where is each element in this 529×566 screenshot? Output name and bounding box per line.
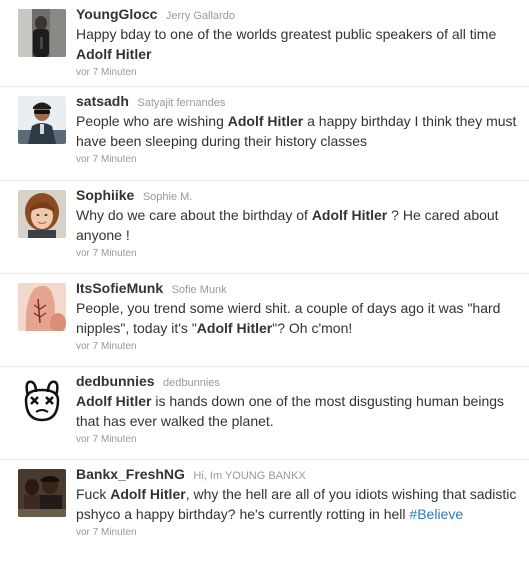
avatar[interactable] xyxy=(18,376,66,424)
tweet-item: Sophiike Sophie M. Why do we care about … xyxy=(0,181,529,274)
timestamp-link[interactable]: vor 7 Minuten xyxy=(76,153,521,167)
avatar[interactable] xyxy=(18,469,66,517)
text-segment: Fuck xyxy=(76,486,111,502)
tweet-text: People who are wishing Adolf Hitler a ha… xyxy=(76,112,521,151)
tweet-content: YoungGlocc Jerry Gallardo Happy bday to … xyxy=(76,5,521,80)
tweet-content: satsadh Satyajit fernandes People who ar… xyxy=(76,92,521,167)
tweet-item: ItsSofieMunk Sofie Munk People, you tren… xyxy=(0,274,529,367)
screen-name[interactable]: YoungGlocc xyxy=(76,6,157,22)
tweet-item: YoungGlocc Jerry Gallardo Happy bday to … xyxy=(0,0,529,87)
tweet-text: Happy bday to one of the worlds greatest… xyxy=(76,25,521,64)
tweet-content: dedbunnies dedbunnies Adolf Hitler is ha… xyxy=(76,372,521,447)
full-name[interactable]: Sofie Munk xyxy=(172,284,227,296)
text-segment: People who are wishing xyxy=(76,113,228,129)
full-name[interactable]: Sophie M. xyxy=(143,191,193,203)
tweet-content: ItsSofieMunk Sofie Munk People, you tren… xyxy=(76,279,521,354)
person-group-photo-icon xyxy=(18,469,66,517)
tweet-item: Bankx_FreshNG Hi, Im YOUNG BANKX Fuck Ad… xyxy=(0,460,529,566)
timestamp-link[interactable]: vor 7 Minuten xyxy=(76,340,521,354)
tweet-content: Bankx_FreshNG Hi, Im YOUNG BANKX Fuck Ad… xyxy=(76,465,521,540)
tweet-text: Fuck Adolf Hitler, why the hell are all … xyxy=(76,485,521,524)
tweet-header: Sophiike Sophie M. xyxy=(76,186,521,206)
screen-name[interactable]: ItsSofieMunk xyxy=(76,280,163,296)
full-name[interactable]: Satyajit fernandes xyxy=(137,97,225,109)
screen-name[interactable]: dedbunnies xyxy=(76,373,155,389)
tweet-header: ItsSofieMunk Sofie Munk xyxy=(76,279,521,299)
tweet-header: satsadh Satyajit fernandes xyxy=(76,92,521,112)
timestamp-link[interactable]: vor 7 Minuten xyxy=(76,66,521,80)
full-name[interactable]: Hi, Im YOUNG BANKX xyxy=(193,470,305,482)
dead-bunny-logo-icon xyxy=(18,376,66,424)
finger-tattoo-photo-icon xyxy=(18,283,66,331)
tweet-header: Bankx_FreshNG Hi, Im YOUNG BANKX xyxy=(76,465,521,485)
text-segment: Why do we care about the birthday of xyxy=(76,207,312,223)
highlighted-term: Adolf Hitler xyxy=(227,113,304,129)
full-name[interactable]: Jerry Gallardo xyxy=(166,10,235,22)
timestamp-link[interactable]: vor 7 Minuten xyxy=(76,247,521,261)
tweet-header: YoungGlocc Jerry Gallardo xyxy=(76,5,521,25)
full-name[interactable]: dedbunnies xyxy=(163,377,220,389)
person-dark-photo-icon xyxy=(18,9,66,57)
timestamp-link[interactable]: vor 7 Minuten xyxy=(76,433,521,447)
screen-name[interactable]: Sophiike xyxy=(76,187,134,203)
tweet-item: dedbunnies dedbunnies Adolf Hitler is ha… xyxy=(0,367,529,460)
person-sunglasses-photo-icon xyxy=(18,96,66,144)
avatar[interactable] xyxy=(18,9,66,57)
tweet-text: Adolf Hitler is hands down one of the mo… xyxy=(76,392,521,431)
person-redhair-photo-icon xyxy=(18,190,66,238)
tweet-header: dedbunnies dedbunnies xyxy=(76,372,521,392)
screen-name[interactable]: satsadh xyxy=(76,93,129,109)
text-segment: "? Oh c'mon! xyxy=(272,319,353,336)
highlighted-term: Adolf Hitler xyxy=(76,45,152,62)
avatar[interactable] xyxy=(18,190,66,238)
tweet-feed: YoungGlocc Jerry Gallardo Happy bday to … xyxy=(0,0,529,566)
tweet-text: Why do we care about the birthday of Ado… xyxy=(76,206,521,245)
highlighted-term: Adolf Hitler xyxy=(196,319,273,336)
tweet-text: People, you trend some wierd shit. a cou… xyxy=(76,299,521,338)
timestamp-link[interactable]: vor 7 Minuten xyxy=(76,526,521,540)
avatar[interactable] xyxy=(18,96,66,144)
screen-name[interactable]: Bankx_FreshNG xyxy=(76,466,185,482)
tweet-item: satsadh Satyajit fernandes People who ar… xyxy=(0,87,529,181)
avatar[interactable] xyxy=(18,283,66,331)
tweet-content: Sophiike Sophie M. Why do we care about … xyxy=(76,186,521,261)
highlighted-term: Adolf Hitler xyxy=(311,207,388,223)
text-segment: Happy bday to one of the worlds greatest… xyxy=(76,26,497,42)
highlighted-term: Adolf Hitler xyxy=(110,486,186,502)
hashtag-link[interactable]: #Believe xyxy=(409,506,463,522)
highlighted-term: Adolf Hitler xyxy=(76,393,152,409)
